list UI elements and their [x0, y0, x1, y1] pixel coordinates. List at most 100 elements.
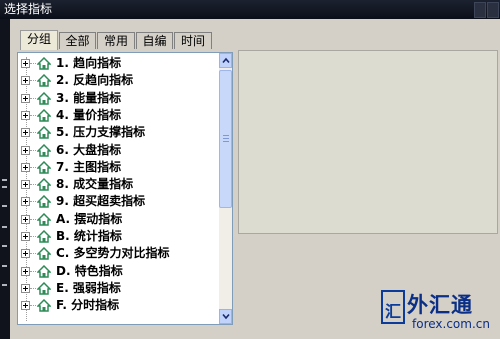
- tree-item[interactable]: D. 特色指标: [18, 263, 218, 280]
- tree-connector: [30, 201, 36, 203]
- tree-connector: [30, 149, 36, 151]
- plus-box-icon[interactable]: [21, 283, 30, 293]
- tree-item-label: 1. 趋向指标: [56, 56, 122, 70]
- watermark-logo-char: 汇: [385, 302, 402, 321]
- chevron-up-icon: [222, 57, 230, 64]
- home-icon: [37, 91, 51, 105]
- tree-item-label: 5. 压力支撑指标: [56, 125, 146, 140]
- window-control-button[interactable]: [474, 2, 486, 18]
- tree-item[interactable]: 9. 超买超卖指标: [18, 193, 218, 210]
- tab-label: 常用: [103, 34, 128, 48]
- home-icon: [37, 74, 51, 88]
- tab-label: 自编: [142, 34, 167, 48]
- title-bar: 选择指标: [0, 0, 500, 19]
- tree-item-label: E. 强弱指标: [56, 280, 121, 295]
- tree-item[interactable]: 4. 量价指标: [18, 107, 218, 124]
- plus-box-icon[interactable]: [21, 266, 30, 276]
- home-icon: [37, 247, 51, 261]
- tree-item-label: 9. 超买超卖指标: [56, 194, 146, 209]
- tab-label: 全部: [65, 34, 90, 48]
- tree-item[interactable]: 3. 能量指标: [18, 90, 218, 107]
- tab-time[interactable]: 时间: [174, 32, 212, 49]
- left-window-edge: [0, 19, 10, 339]
- indicator-preview-panel: [238, 50, 498, 234]
- home-icon: [37, 108, 51, 122]
- tab-label: 时间: [180, 34, 205, 48]
- plus-box-icon[interactable]: [21, 93, 30, 103]
- window-close-button[interactable]: [487, 2, 499, 18]
- tree-connector: [30, 236, 36, 237]
- tree-connector: [30, 132, 36, 134]
- home-icon: [37, 264, 51, 278]
- tree-connector: [30, 63, 36, 64]
- plus-box-icon[interactable]: [21, 197, 30, 207]
- home-icon: [37, 160, 51, 174]
- tree-item-label: B. 统计指标: [56, 229, 122, 243]
- plus-box-icon[interactable]: [21, 232, 30, 241]
- tree-connector: [30, 218, 36, 220]
- tree-item[interactable]: F. 分时指标: [18, 297, 218, 314]
- tree-connector: [30, 305, 36, 307]
- tree-item-label: C. 多空势力对比指标: [56, 246, 170, 261]
- plus-box-icon[interactable]: [21, 145, 30, 155]
- tree-item[interactable]: 2. 反趋向指标: [18, 72, 218, 89]
- tree-connector: [30, 184, 36, 186]
- tree-item[interactable]: A. 摆动指标: [18, 211, 218, 228]
- tree-item[interactable]: C. 多空势力对比指标: [18, 245, 218, 262]
- home-icon: [37, 195, 51, 209]
- tree-connector: [30, 166, 36, 168]
- watermark-name: 外汇通: [407, 293, 473, 317]
- tree-item-label: 4. 量价指标: [56, 107, 122, 122]
- tree-item-label: 2. 反趋向指标: [56, 73, 134, 88]
- plus-box-icon[interactable]: [21, 301, 30, 311]
- tree-item-label: A. 摆动指标: [56, 211, 123, 226]
- window-title: 选择指标: [4, 2, 53, 16]
- plus-box-icon[interactable]: [21, 162, 30, 172]
- tree-item[interactable]: E. 强弱指标: [18, 280, 218, 297]
- home-icon: [37, 178, 51, 191]
- tree-item-label: F. 分时指标: [56, 298, 120, 313]
- plus-box-icon[interactable]: [21, 110, 30, 120]
- plus-box-icon[interactable]: [21, 128, 30, 138]
- tree-item[interactable]: B. 统计指标: [18, 228, 218, 245]
- tree-item[interactable]: 8. 成交量指标: [18, 176, 218, 193]
- tab-label: 分组: [26, 32, 51, 46]
- plus-box-icon[interactable]: [21, 59, 30, 68]
- scroll-down-button[interactable]: [219, 309, 232, 324]
- tree-connector: [30, 80, 36, 82]
- scroll-grip: [223, 135, 229, 136]
- tree-item-label: 6. 大盘指标: [56, 142, 122, 157]
- tree-item[interactable]: 5. 压力支撑指标: [18, 124, 218, 141]
- tree-item[interactable]: 6. 大盘指标: [18, 142, 218, 159]
- scroll-grip: [223, 141, 229, 142]
- scroll-grip: [223, 138, 229, 139]
- tab-group[interactable]: 分组: [20, 30, 58, 50]
- plus-box-icon[interactable]: [21, 214, 30, 224]
- watermark-url: forex.com.cn: [412, 317, 490, 331]
- tree-connector: [30, 287, 36, 289]
- tree-item-label: 3. 能量指标: [56, 90, 122, 105]
- tab-all[interactable]: 全部: [59, 32, 96, 49]
- tree-connector: [30, 253, 36, 255]
- tab-common[interactable]: 常用: [97, 32, 135, 49]
- tree-item-label: 8. 成交量指标: [56, 177, 134, 192]
- tree-item-label: 7. 主图指标: [56, 159, 122, 174]
- plus-box-icon[interactable]: [21, 180, 30, 190]
- scroll-up-button[interactable]: [219, 53, 232, 68]
- watermark-logo: 汇: [381, 290, 405, 324]
- tree-connector: [30, 270, 36, 272]
- indicator-tree[interactable]: 1. 趋向指标 2. 反趋向指标 3. 能量指标 4. 量价指标 5. 压力支撑指标 6.…: [17, 52, 233, 325]
- plus-box-icon[interactable]: [21, 76, 30, 86]
- home-icon: [37, 281, 51, 295]
- tree-item[interactable]: 7. 主图指标: [18, 159, 218, 176]
- tab-custom[interactable]: 自编: [136, 32, 173, 49]
- home-icon: [37, 126, 51, 139]
- tree-item[interactable]: 1. 趋向指标: [18, 55, 218, 72]
- home-icon: [37, 299, 51, 312]
- vertical-scrollbar[interactable]: [219, 53, 232, 324]
- home-icon: [37, 212, 51, 226]
- scroll-thumb[interactable]: [219, 70, 232, 208]
- home-icon: [37, 230, 51, 243]
- home-icon: [37, 57, 51, 70]
- plus-box-icon[interactable]: [21, 249, 30, 259]
